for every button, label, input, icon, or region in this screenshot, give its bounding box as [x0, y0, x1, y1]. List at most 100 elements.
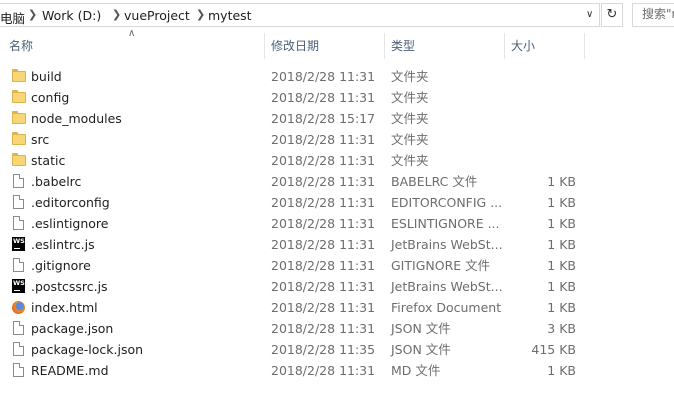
file-name: index.html — [31, 300, 98, 315]
breadcrumb-drive[interactable]: Work (D:) — [42, 8, 101, 23]
file-type: Firefox Document — [391, 300, 502, 315]
breadcrumb-vueproject[interactable]: vueProject — [124, 8, 190, 23]
file-row[interactable]: src 2018/2/28 11:31 文件夹 — [0, 129, 674, 150]
file-date: 2018/2/28 11:31 — [271, 69, 376, 84]
file-name: build — [31, 69, 62, 84]
file-type: EDITORCONFIG ... — [391, 195, 503, 210]
file-size: 1 KB — [547, 237, 576, 252]
file-row[interactable]: .babelrc 2018/2/28 11:31 BABELRC 文件 1 KB — [0, 171, 674, 192]
file-type: JetBrains WebSt... — [391, 237, 503, 252]
file-row[interactable]: WS .eslintrc.js 2018/2/28 11:31 JetBrains W… — [0, 234, 674, 255]
file-date: 2018/2/28 11:31 — [271, 279, 376, 294]
file-type: BABELRC 文件 — [391, 174, 478, 189]
file-row[interactable]: package-lock.json 2018/2/28 11:35 JSON 文件 4… — [0, 339, 674, 360]
file-row[interactable]: package.json 2018/2/28 11:31 JSON 文件 3 KB — [0, 318, 674, 339]
file-size: 1 KB — [547, 279, 576, 294]
file-date: 2018/2/28 11:31 — [271, 300, 376, 315]
address-history-dropdown-icon[interactable]: ∨ — [586, 9, 593, 20]
refresh-button[interactable]: ↻ — [601, 3, 623, 27]
file-name: .editorconfig — [31, 195, 110, 210]
file-icon — [12, 342, 26, 357]
search-input[interactable]: 搜索"m — [632, 3, 674, 27]
file-row[interactable]: static 2018/2/28 11:31 文件夹 — [0, 150, 674, 171]
breadcrumb-separator-icon[interactable]: ❯ — [28, 8, 37, 21]
file-row[interactable]: .eslintignore 2018/2/28 11:31 ESLINTIGNORE… — [0, 213, 674, 234]
file-name: config — [31, 90, 70, 105]
file-size: 415 KB — [531, 342, 576, 357]
file-row[interactable]: .gitignore 2018/2/28 11:31 GITIGNORE 文件 1 K… — [0, 255, 674, 276]
file-type: 文件夹 — [391, 132, 429, 147]
file-type: 文件夹 — [391, 69, 429, 84]
file-date: 2018/2/28 11:31 — [271, 363, 376, 378]
file-size: 1 KB — [547, 363, 576, 378]
file-date: 2018/2/28 11:31 — [271, 153, 376, 168]
file-size: 1 KB — [547, 258, 576, 273]
file-size: 1 KB — [547, 216, 576, 231]
file-type: JSON 文件 — [391, 321, 451, 336]
column-header-size[interactable]: 大小 — [504, 33, 584, 59]
file-icon — [12, 174, 26, 189]
file-row[interactable]: README.md 2018/2/28 11:31 MD 文件 1 KB — [0, 360, 674, 381]
folder-icon — [12, 132, 26, 147]
folder-icon — [12, 69, 26, 84]
address-bar[interactable]: 电脑 ❯ Work (D:) ❯ vueProject ❯ mytest ∨ — [0, 3, 600, 27]
file-date: 2018/2/28 11:31 — [271, 258, 376, 273]
file-size: 3 KB — [547, 321, 576, 336]
column-header-date[interactable]: 修改日期 — [264, 33, 384, 59]
breadcrumb-mytest[interactable]: mytest — [208, 8, 252, 23]
file-date: 2018/2/28 11:31 — [271, 321, 376, 336]
column-header-type[interactable]: 类型 — [384, 33, 504, 59]
file-size: 1 KB — [547, 195, 576, 210]
file-date: 2018/2/28 11:31 — [271, 90, 376, 105]
file-date: 2018/2/28 15:17 — [271, 111, 376, 126]
file-name: README.md — [31, 363, 109, 378]
file-type: JSON 文件 — [391, 342, 451, 357]
file-icon — [12, 216, 26, 231]
file-type: GITIGNORE 文件 — [391, 258, 491, 273]
column-divider[interactable] — [584, 33, 585, 59]
folder-icon — [12, 90, 26, 105]
file-name: .postcssrc.js — [31, 279, 108, 294]
file-date: 2018/2/28 11:31 — [271, 216, 376, 231]
file-icon — [12, 363, 26, 378]
folder-icon — [12, 111, 26, 126]
file-size: 1 KB — [547, 174, 576, 189]
file-date: 2018/2/28 11:31 — [271, 237, 376, 252]
file-name: package-lock.json — [31, 342, 144, 357]
file-row[interactable]: index.html 2018/2/28 11:31 Firefox Documen… — [0, 297, 674, 318]
file-name: .eslintignore — [31, 216, 109, 231]
refresh-icon: ↻ — [606, 7, 618, 22]
file-type: JetBrains WebSt... — [391, 279, 503, 294]
file-name: static — [31, 153, 66, 168]
column-header: 名称 修改日期 类型 大小 — [0, 33, 674, 59]
file-date: 2018/2/28 11:31 — [271, 132, 376, 147]
folder-icon — [12, 153, 26, 168]
file-date: 2018/2/28 11:31 — [271, 174, 376, 189]
file-name: .eslintrc.js — [31, 237, 95, 252]
breadcrumb-separator-icon[interactable]: ❯ — [112, 8, 121, 21]
file-name: package.json — [31, 321, 114, 336]
file-icon — [12, 321, 26, 336]
firefox-icon — [12, 300, 26, 315]
file-row[interactable]: node_modules 2018/2/28 15:17 文件夹 — [0, 108, 674, 129]
webstorm-icon: WS — [12, 279, 26, 294]
file-row[interactable]: config 2018/2/28 11:31 文件夹 — [0, 87, 674, 108]
file-icon — [12, 258, 26, 273]
file-name: src — [31, 132, 50, 147]
file-name: node_modules — [31, 111, 122, 126]
address-bar-row: 电脑 ❯ Work (D:) ❯ vueProject ❯ mytest ∨ ↻… — [0, 0, 674, 30]
breadcrumb-this-pc[interactable]: 电脑 — [0, 8, 25, 27]
file-name: .babelrc — [31, 174, 82, 189]
file-row[interactable]: WS .postcssrc.js 2018/2/28 11:31 JetBrains … — [0, 276, 674, 297]
file-icon — [12, 195, 26, 210]
file-date: 2018/2/28 11:35 — [271, 342, 376, 357]
file-row[interactable]: build 2018/2/28 11:31 文件夹 — [0, 66, 674, 87]
file-type: MD 文件 — [391, 363, 441, 378]
breadcrumb-separator-icon[interactable]: ❯ — [196, 8, 205, 21]
file-name: .gitignore — [31, 258, 91, 273]
file-row[interactable]: .editorconfig 2018/2/28 11:31 EDITORCONFIG… — [0, 192, 674, 213]
file-type: 文件夹 — [391, 111, 429, 126]
file-type: 文件夹 — [391, 153, 429, 168]
webstorm-icon: WS — [12, 237, 26, 252]
file-type: ESLINTIGNORE ... — [391, 216, 500, 231]
